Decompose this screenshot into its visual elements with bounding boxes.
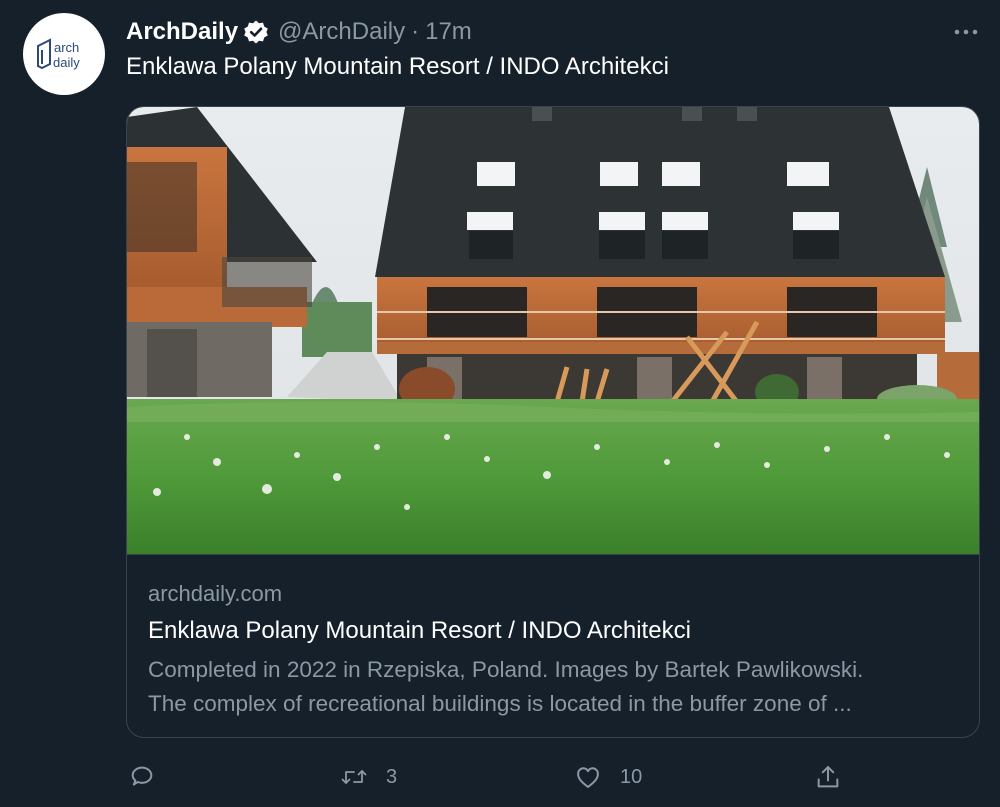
- share-icon: [817, 766, 839, 788]
- card-domain: archdaily.com: [148, 581, 283, 606]
- user-handle[interactable]: @ArchDaily: [278, 18, 405, 46]
- heart-icon: [577, 767, 599, 788]
- tweet-text: Enklawa Polany Mountain Resort / INDO Ar…: [126, 53, 669, 80]
- card-body: archdaily.com Enklawa Polany Mountain Re…: [127, 554, 979, 737]
- display-name[interactable]: ArchDaily: [126, 18, 238, 46]
- retweet-count: 3: [386, 765, 398, 788]
- card-title: Enklawa Polany Mountain Resort / INDO Ar…: [148, 617, 691, 644]
- reply-icon: [131, 766, 153, 786]
- reply-button[interactable]: [128, 760, 174, 794]
- avatar[interactable]: arch daily: [23, 13, 105, 95]
- card-description-line-1: Completed in 2022 in Rzepiska, Poland. I…: [148, 657, 864, 682]
- card-description: Completed in 2022 in Rzepiska, Poland. I…: [148, 653, 960, 721]
- more-horizontal-icon: [954, 29, 978, 35]
- verified-badge-icon: [243, 19, 269, 45]
- separator-dot: ·: [411, 18, 420, 45]
- tweet-header: ArchDaily @ArchDaily · 17m: [126, 16, 472, 48]
- logo-text-bottom: daily: [53, 55, 80, 70]
- share-button[interactable]: [814, 760, 842, 794]
- like-count: 10: [620, 765, 643, 788]
- retweet-icon: [341, 770, 367, 784]
- tweet: arch daily ArchDaily @ArchDaily · 17m En…: [0, 0, 1000, 807]
- link-card[interactable]: archdaily.com Enklawa Polany Mountain Re…: [126, 106, 980, 738]
- tweet-actions: 3 10: [128, 760, 848, 794]
- card-description-line-2: The complex of recreational buildings is…: [148, 691, 852, 716]
- archdaily-logo: arch daily: [37, 38, 80, 70]
- retweet-button[interactable]: 3: [340, 760, 397, 794]
- like-button[interactable]: 10: [574, 760, 642, 794]
- more-options-button[interactable]: [950, 18, 982, 46]
- logo-text-top: arch: [54, 40, 79, 55]
- card-image: [127, 107, 979, 554]
- timestamp[interactable]: 17m: [425, 18, 472, 46]
